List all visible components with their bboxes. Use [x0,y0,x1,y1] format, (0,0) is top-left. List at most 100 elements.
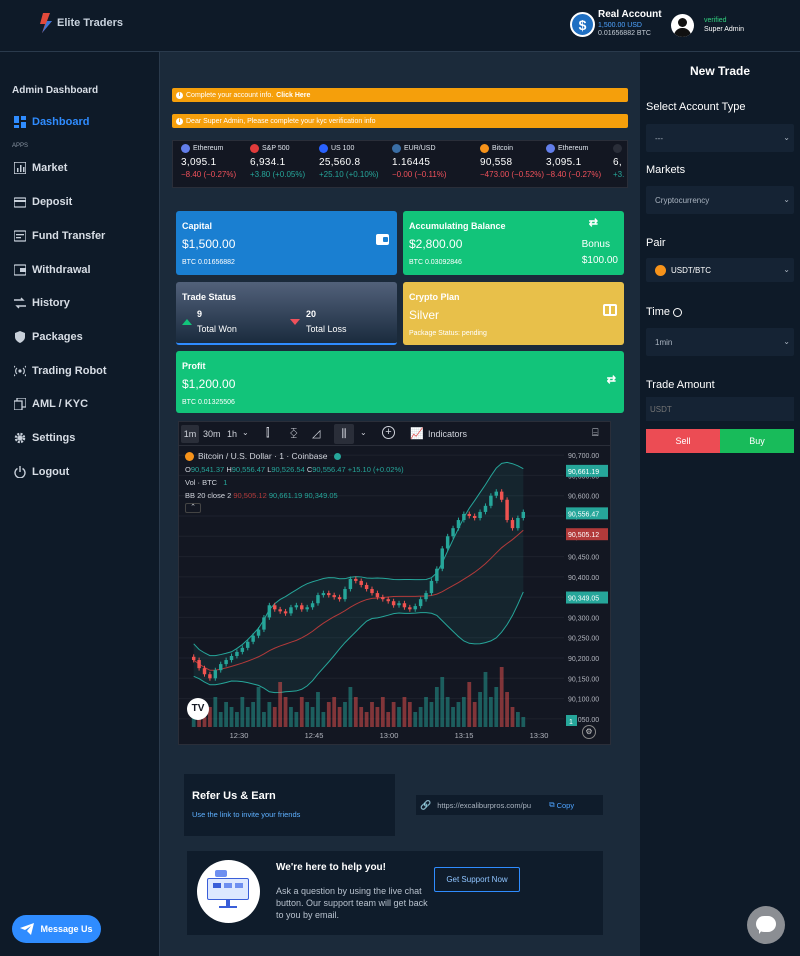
price-tag-label: 90,349.05 [568,596,599,603]
trade-amount-input[interactable] [646,397,794,421]
ticker-name: Bitcoin [492,145,514,152]
info-icon: i [176,91,183,99]
candle [289,607,293,614]
camera-icon[interactable]: ⌸ [592,427,599,440]
bar-type-icon[interactable]: ⫿ [266,427,270,440]
candle [305,607,309,610]
message-us-label: Message Us [40,924,93,934]
account-summary[interactable]: Real Account 1,500.00 USD 0.01656882 BTC [598,9,662,37]
markets-select[interactable]: Cryptocurrency ⌄ [646,186,794,214]
user-avatar-icon[interactable] [671,14,694,37]
copy-link-button[interactable]: Copy [557,801,575,810]
volume-bar [278,682,283,727]
x-tick-label: 13:00 [380,731,399,740]
brand-logo[interactable]: Elite Traders [40,13,123,33]
chevron-down-icon[interactable]: ⌄ [360,428,367,437]
volume-bar [289,707,293,727]
interval-1h[interactable]: 1h [227,429,237,439]
message-us-button[interactable]: Message Us [12,915,101,943]
user-info[interactable]: verified Super Admin [704,17,744,33]
dashboard-icon [14,116,26,128]
sidebar-item-trading-robot[interactable]: Trading Robot [14,365,107,377]
indicators-icon[interactable]: 📈 [410,427,424,440]
ticker-item[interactable]: US 100 25,560.8 +25.10 (+0.10%) [319,144,389,179]
capital-title: Capital [182,221,213,231]
ticker-tape[interactable]: Ethereum 3,095.1 −8.40 (−0.27%) S&P 500 … [172,140,628,188]
chevron-down-icon: ⌄ [783,265,790,274]
referral-link-box[interactable]: 🔗 https://excaliburpros.com/pu ⧉ Copy [416,795,603,815]
get-support-button[interactable]: Get Support Now [434,867,520,892]
ticker-change: +3. [613,170,625,179]
alert-text: Dear Super Admin, Please complete your k… [186,117,376,125]
sidebar-item-settings[interactable]: Settings [14,432,75,444]
sell-button[interactable]: Sell [646,429,720,453]
ticker-item[interactable]: S&P 500 6,934.1 +3.80 (+0.05%) [250,144,316,179]
sidebar-item-packages[interactable]: Packages [14,331,83,343]
ticker-item[interactable]: EUR/USD 1.16445 −0.00 (−0.11%) [392,144,458,179]
chart-settings-icon[interactable]: ⚙ [582,725,596,739]
volume-bar [326,702,331,727]
buy-button[interactable]: Buy [720,429,794,453]
time-select[interactable]: 1min ⌄ [646,328,794,356]
collapse-legend-icon[interactable]: ⌃ [185,503,201,513]
volume-bar [445,697,450,727]
referral-link[interactable]: https://excaliburpros.com/pu [437,801,543,810]
candle [462,513,466,521]
sidebar-item-label: Logout [32,466,70,478]
tradingview-logo-icon[interactable]: TV [187,698,209,720]
ticker-price: 6, [613,157,622,168]
chart-legend: Bitcoin / U.S. Dollar · 1 · Coinbase O90… [185,451,404,513]
candlestick-icon[interactable]: ⫼ [334,424,354,444]
ticker-item[interactable]: Bitcoin 90,558 −473.00 (−0.52%) [480,144,546,179]
add-compare-icon[interactable]: + [382,426,395,439]
interval-1m[interactable]: 1m [181,425,199,443]
candle [251,635,255,642]
power-icon [14,466,26,478]
area-type-icon[interactable]: ◿ [312,427,320,440]
volume-bar [224,702,229,727]
sidebar-item-label: Fund Transfer [32,230,106,242]
transfer-icon [14,230,26,242]
sidebar-item-label: Settings [32,432,76,444]
chevron-down-icon: ⌄ [783,133,790,142]
candle-type-icon[interactable]: ⧰ [290,427,298,440]
account-type-select[interactable]: --- ⌄ [646,124,794,152]
pair-select[interactable]: USDT/BTC ⌄ [646,258,794,282]
clock-icon [673,307,683,317]
volume-tag-label: 1 [569,719,573,726]
ticker-item[interactable]: Ethereum 3,095.1 −8.40 (−0.27%) [546,144,612,179]
sidebar-item-aml-kyc[interactable]: AML / KYC [14,398,88,410]
sidebar-item-deposit[interactable]: Deposit [14,196,72,208]
ticker-item[interactable]: 6, +3. [613,144,627,179]
sidebar-item-market[interactable]: Market [14,162,67,174]
bb-lower: 90,349.05 [304,491,338,500]
help-card: We're here to help you! Ask a question b… [187,851,603,935]
sidebar-item-withdrawal[interactable]: Withdrawal [14,264,91,276]
candle [262,617,266,630]
sidebar-item-history[interactable]: History [14,297,70,309]
sidebar-item-label: History [32,297,70,309]
indicators-button[interactable]: Indicators [428,429,467,439]
volume-bar [483,672,488,727]
candle [224,660,228,665]
package-status: Package Status: pending [409,330,487,337]
volume-bar [229,707,234,727]
y-tick-label: 90,200.00 [568,656,599,663]
chevron-down-icon[interactable]: ⌄ [242,428,249,437]
candle [408,607,412,610]
live-chat-button[interactable] [747,906,785,944]
candle [516,518,520,529]
sidebar-item-logout[interactable]: Logout [14,466,69,478]
profit-value: $1,200.00 [182,377,236,391]
volume-bar [299,697,304,727]
y-tick-label: 90,700.00 [568,453,599,460]
wallet-icon [376,234,389,245]
sidebar-item-fund-transfer[interactable]: Fund Transfer [14,230,105,242]
interval-30m[interactable]: 30m [203,429,221,439]
sidebar-item-dashboard[interactable]: Dashboard [14,116,89,128]
click-here-link[interactable]: Click Here [276,92,310,99]
volume-bar [348,687,353,727]
tradingview-chart[interactable]: 1m 30m 1h ⌄ ⫿ ⧰ ◿ ⫼ ⌄ + 📈 Indicators ⌸ 9… [178,421,611,745]
volume-bar [472,702,477,727]
ticker-item[interactable]: Ethereum 3,095.1 −8.40 (−0.27%) [181,144,247,179]
